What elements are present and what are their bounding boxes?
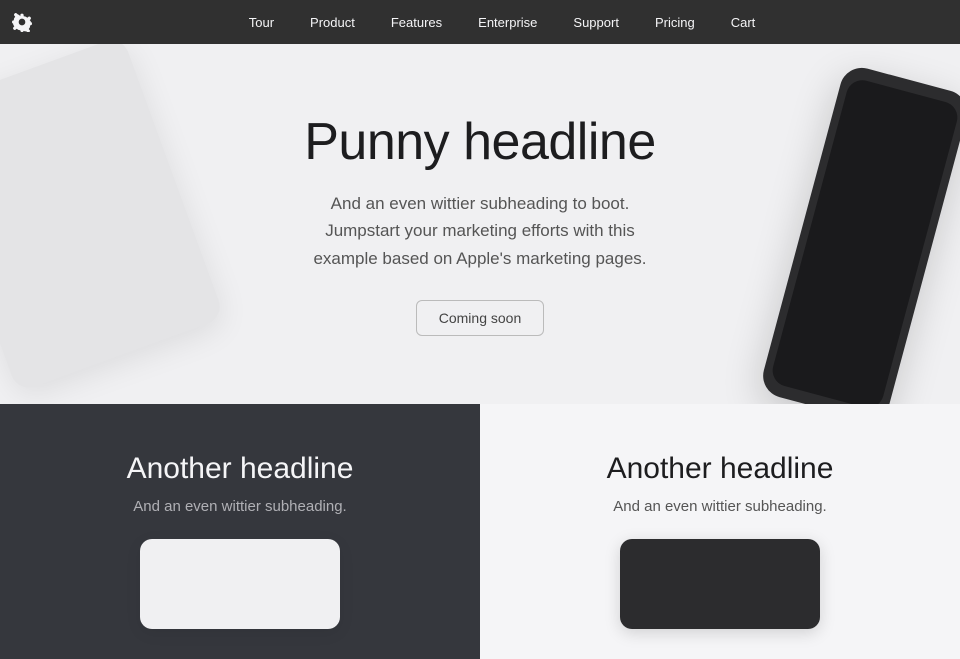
navbar: Tour Product Features Enterprise Support…	[0, 0, 960, 44]
device-tablet-left	[0, 44, 225, 393]
hero-title: Punny headline	[304, 112, 656, 172]
nav-item-pricing[interactable]: Pricing	[637, 0, 713, 44]
hero-section: Punny headline And an even wittier subhe…	[0, 44, 960, 404]
device-phone-right	[758, 63, 960, 404]
nav-item-product[interactable]: Product	[292, 0, 373, 44]
bottom-right-title: Another headline	[607, 452, 834, 486]
nav-item-cart[interactable]: Cart	[713, 0, 774, 44]
bottom-left-device	[140, 539, 340, 629]
bottom-card-left: Another headline And an even wittier sub…	[0, 404, 480, 659]
bottom-row: Another headline And an even wittier sub…	[0, 404, 960, 659]
bottom-left-title: Another headline	[127, 452, 354, 486]
hero-content: Punny headline And an even wittier subhe…	[284, 52, 676, 396]
device-phone-screen	[769, 77, 960, 404]
nav-item-tour[interactable]: Tour	[231, 0, 292, 44]
nav-item-enterprise[interactable]: Enterprise	[460, 0, 555, 44]
bottom-right-device	[620, 539, 820, 629]
nav-item-features[interactable]: Features	[373, 0, 460, 44]
logo-icon[interactable]	[0, 12, 44, 32]
bottom-right-subtitle: And an even wittier subheading.	[613, 498, 826, 515]
nav-item-support[interactable]: Support	[555, 0, 637, 44]
bottom-card-right: Another headline And an even wittier sub…	[480, 404, 960, 659]
coming-soon-button[interactable]: Coming soon	[416, 300, 545, 336]
hero-subtitle: And an even wittier subheading to boot. …	[310, 190, 650, 272]
nav-links: Tour Product Features Enterprise Support…	[44, 0, 960, 44]
bottom-left-subtitle: And an even wittier subheading.	[133, 498, 346, 515]
